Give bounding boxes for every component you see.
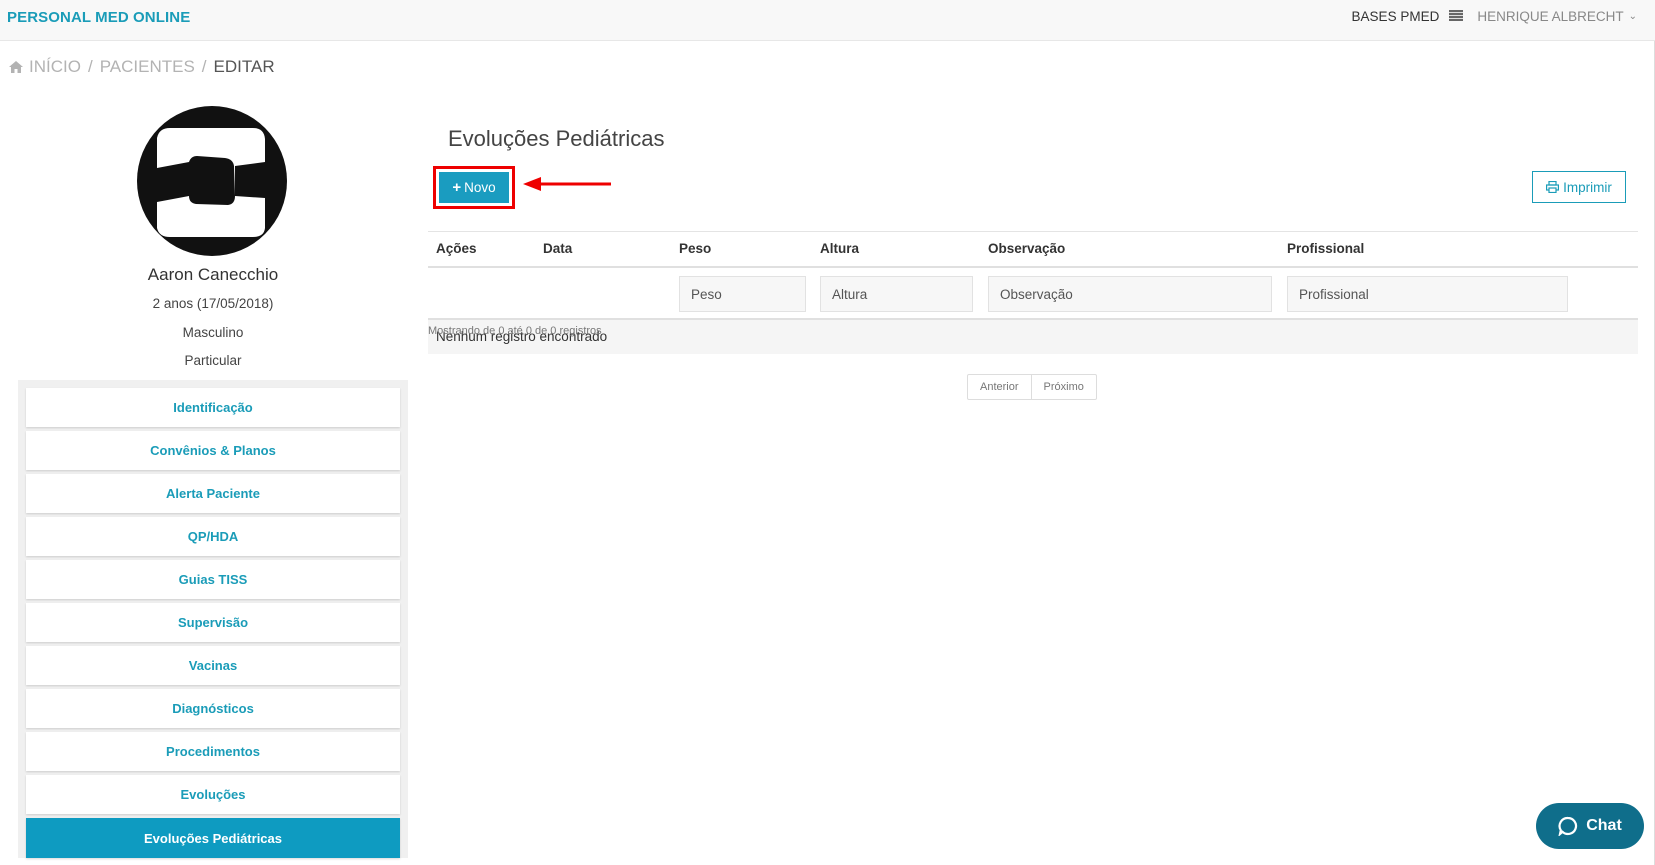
patient-name: Aaron Canecchio xyxy=(147,265,279,284)
print-button-label: Imprimir xyxy=(1563,179,1612,195)
column-header-altura[interactable]: Altura xyxy=(820,241,859,256)
menu-item-vacinas[interactable]: Vacinas xyxy=(26,646,400,685)
menu-item-qp-hda[interactable]: QP/HDA xyxy=(26,517,400,556)
printer-icon xyxy=(1546,181,1560,193)
table-row: Nenhum registro encontrado xyxy=(428,320,1638,354)
filter-altura-input[interactable] xyxy=(820,276,973,312)
patient-age: 2 anos (17/05/2018) xyxy=(152,296,274,311)
patient-sex: Masculino xyxy=(182,325,244,340)
breadcrumb-editar: EDITAR xyxy=(213,57,275,76)
breadcrumb-separator: / xyxy=(201,57,207,76)
menu-item-guias-tiss[interactable]: Guias TISS xyxy=(26,560,400,599)
plus-icon: + xyxy=(452,179,462,196)
column-header-observacao[interactable]: Observação xyxy=(988,241,1065,256)
filter-peso-input[interactable] xyxy=(679,276,806,312)
chevron-down-icon[interactable]: ⌄ xyxy=(1629,11,1637,22)
filter-observacao-input[interactable] xyxy=(988,276,1272,312)
menu-item-evolucoes[interactable]: Evoluções xyxy=(26,775,400,814)
column-header-data[interactable]: Data xyxy=(543,241,572,256)
menu-item-identificacao[interactable]: Identificação xyxy=(26,388,400,427)
red-arrow-icon xyxy=(523,177,611,191)
menu-item-alerta-paciente[interactable]: Alerta Paciente xyxy=(26,474,400,513)
patient-plan: Particular xyxy=(184,353,242,368)
menu-item-diagnosticos[interactable]: Diagnósticos xyxy=(26,689,400,728)
column-header-acoes[interactable]: Ações xyxy=(436,241,477,256)
patient-menu: Identificação Convênios & Planos Alerta … xyxy=(18,380,408,858)
home-icon[interactable] xyxy=(8,60,24,74)
menu-item-supervisao[interactable]: Supervisão xyxy=(26,603,400,642)
table-header: Ações Data Peso Altura Observação Profis… xyxy=(428,232,1638,268)
filter-profissional-input[interactable] xyxy=(1287,276,1568,312)
breadcrumb: INÍCIO / PACIENTES / EDITAR xyxy=(8,57,275,77)
top-right-menu: BASES PMED HENRIQUE ALBRECHT ⌄ xyxy=(1352,9,1637,24)
next-page-button[interactable]: Próximo xyxy=(1030,375,1096,399)
breadcrumb-pacientes[interactable]: PACIENTES xyxy=(100,57,195,77)
chat-button[interactable]: Chat xyxy=(1536,803,1644,849)
chat-bubble-icon xyxy=(1558,816,1578,836)
database-icon[interactable] xyxy=(1449,10,1464,21)
print-button[interactable]: Imprimir xyxy=(1532,171,1626,203)
breadcrumb-separator: / xyxy=(87,57,93,76)
chat-button-label: Chat xyxy=(1586,817,1622,834)
avatar xyxy=(137,106,287,256)
bases-link[interactable]: BASES PMED xyxy=(1352,9,1440,24)
user-menu[interactable]: HENRIQUE ALBRECHT xyxy=(1477,9,1623,24)
column-header-peso[interactable]: Peso xyxy=(679,241,711,256)
pagination: Anterior Próximo xyxy=(967,374,1097,400)
menu-item-evolucoes-pediatricas[interactable]: Evoluções Pediátricas xyxy=(26,818,400,858)
evolutions-table: Ações Data Peso Altura Observação Profis… xyxy=(428,231,1638,354)
table-info: Mostrando de 0 até 0 de 0 registros xyxy=(428,325,602,337)
menu-item-convenios-planos[interactable]: Convênios & Planos xyxy=(26,431,400,470)
new-button[interactable]: + Novo xyxy=(439,172,509,203)
menu-item-procedimentos[interactable]: Procedimentos xyxy=(26,732,400,771)
column-header-profissional[interactable]: Profissional xyxy=(1287,241,1364,256)
breadcrumb-inicio[interactable]: INÍCIO xyxy=(29,57,81,77)
previous-page-button[interactable]: Anterior xyxy=(968,375,1031,399)
top-navbar: PERSONAL MED ONLINE BASES PMED HENRIQUE … xyxy=(0,0,1655,41)
page-title: Evoluções Pediátricas xyxy=(448,126,665,151)
totvs-logo-icon xyxy=(157,128,265,237)
brand-logo[interactable]: PERSONAL MED ONLINE xyxy=(7,9,190,26)
filter-row xyxy=(428,268,1638,320)
new-button-label: Novo xyxy=(464,180,496,195)
